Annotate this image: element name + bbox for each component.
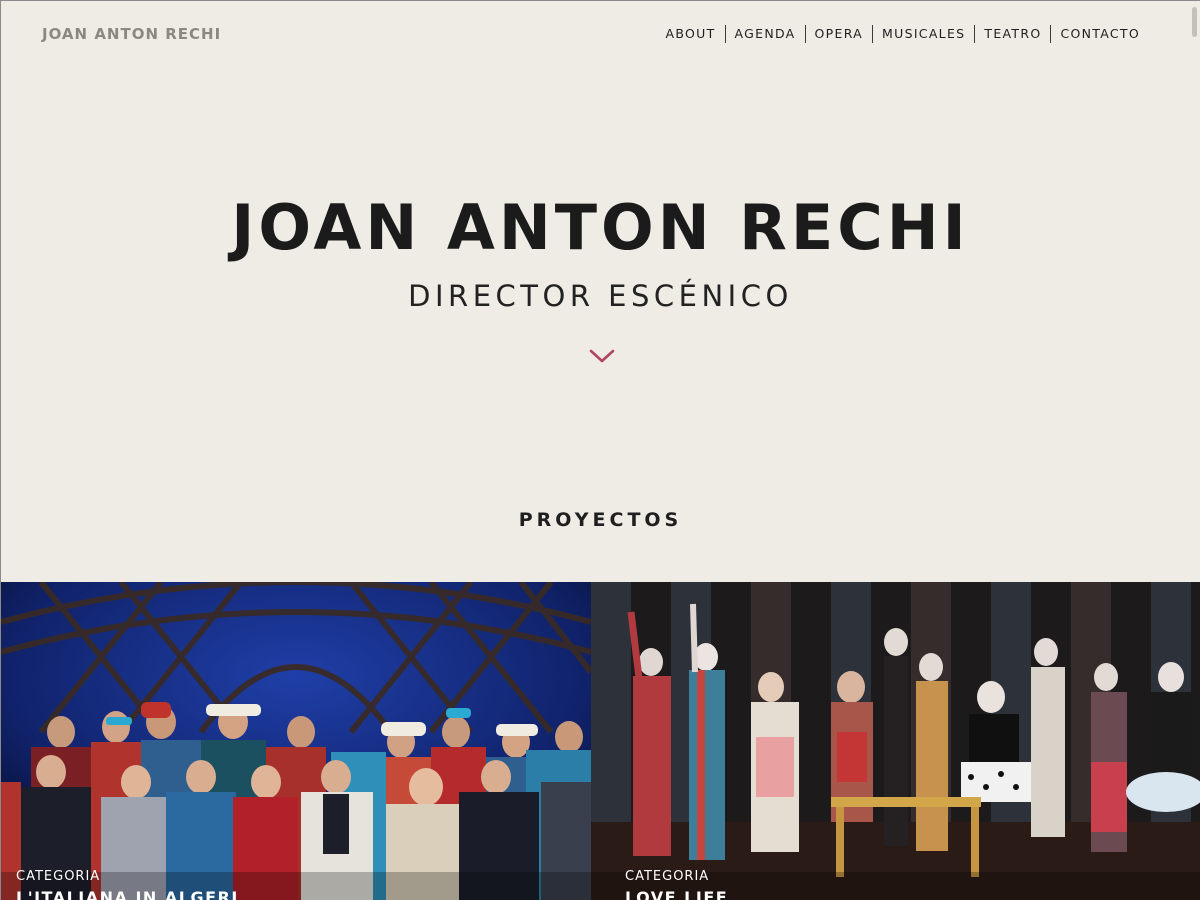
project-tile[interactable]: CATEGORIA LOVE LIFE	[591, 582, 1200, 900]
chevron-down-icon[interactable]	[589, 347, 615, 365]
project-image	[1, 582, 591, 900]
project-name[interactable]: LOVE LIFE	[625, 888, 728, 900]
nav-item-musicales[interactable]: MUSICALES	[873, 25, 974, 43]
hero-title: JOAN ANTON RECHI	[231, 191, 970, 264]
main-nav: ABOUT AGENDA OPERA MUSICALES TEATRO CONT…	[665, 25, 1140, 43]
page: JOAN ANTON RECHI ABOUT AGENDA OPERA MUSI…	[0, 0, 1200, 900]
projects-grid: CATEGORIA L'ITALIANA IN ALGERI CATEGORIA…	[1, 582, 1200, 900]
projects-title: PROYECTOS	[518, 509, 683, 531]
scrollbar-thumb[interactable]	[1192, 7, 1197, 37]
site-logo[interactable]: JOAN ANTON RECHI	[42, 25, 221, 43]
project-name[interactable]: L'ITALIANA IN ALGERI	[16, 888, 239, 900]
project-image	[591, 582, 1200, 900]
site-header: JOAN ANTON RECHI ABOUT AGENDA OPERA MUSI…	[1, 1, 1200, 67]
nav-item-about[interactable]: ABOUT	[665, 25, 724, 43]
project-category: CATEGORIA	[625, 869, 710, 884]
nav-item-contacto[interactable]: CONTACTO	[1051, 25, 1140, 43]
project-category: CATEGORIA	[16, 869, 101, 884]
nav-item-opera[interactable]: OPERA	[806, 25, 873, 43]
project-caption: CATEGORIA L'ITALIANA IN ALGERI	[16, 869, 239, 900]
nav-item-teatro[interactable]: TEATRO	[975, 25, 1050, 43]
nav-item-agenda[interactable]: AGENDA	[726, 25, 805, 43]
hero-subtitle: DIRECTOR ESCÉNICO	[408, 279, 793, 313]
project-tile[interactable]: CATEGORIA L'ITALIANA IN ALGERI	[1, 582, 591, 900]
project-caption: CATEGORIA LOVE LIFE	[625, 869, 728, 900]
